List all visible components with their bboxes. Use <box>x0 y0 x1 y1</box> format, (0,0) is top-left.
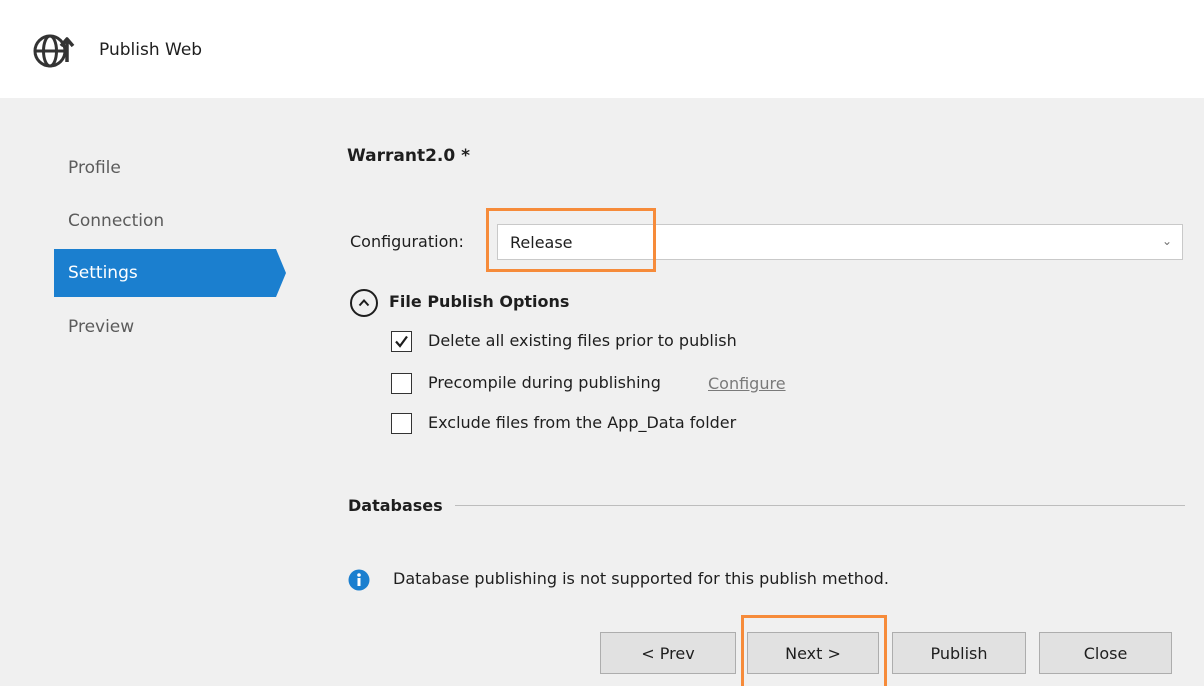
publish-web-window: Publish Web Profile Connection Settings … <box>0 0 1204 686</box>
collapse-section-button[interactable] <box>350 289 378 317</box>
configure-link[interactable]: Configure <box>708 374 786 393</box>
precompile-checkbox[interactable] <box>391 373 412 394</box>
checkmark-icon <box>395 335 408 348</box>
info-icon <box>348 569 370 591</box>
publish-button[interactable]: Publish <box>892 632 1026 674</box>
chevron-up-icon <box>358 299 370 307</box>
globe-publish-icon <box>31 28 81 72</box>
window-title: Publish Web <box>99 40 203 60</box>
title-bar: Publish Web <box>0 0 1204 98</box>
chevron-down-icon: ⌄ <box>1161 234 1172 248</box>
highlight-box-configuration <box>486 208 656 272</box>
sidebar-item-profile[interactable]: Profile <box>54 144 276 192</box>
file-publish-options-title: File Publish Options <box>389 292 570 311</box>
exclude-app-data-label: Exclude files from the App_Data folder <box>428 413 737 432</box>
sidebar-item-settings[interactable]: Settings <box>54 249 276 297</box>
delete-existing-files-label: Delete all existing files prior to publi… <box>428 331 737 350</box>
databases-divider <box>455 505 1185 506</box>
sidebar-item-preview[interactable]: Preview <box>54 303 276 351</box>
database-publishing-message: Database publishing is not supported for… <box>393 569 889 588</box>
delete-existing-files-checkbox[interactable] <box>391 331 412 352</box>
precompile-label: Precompile during publishing <box>428 373 661 392</box>
sidebar-item-connection[interactable]: Connection <box>54 197 276 245</box>
configuration-label: Configuration: <box>350 232 464 251</box>
active-indicator-arrow <box>276 249 286 297</box>
exclude-app-data-checkbox[interactable] <box>391 413 412 434</box>
prev-button[interactable]: < Prev <box>600 632 736 674</box>
profile-title: Warrant2.0 * <box>347 146 471 166</box>
highlight-box-next-button <box>741 615 887 686</box>
databases-title: Databases <box>348 496 443 515</box>
close-button[interactable]: Close <box>1039 632 1172 674</box>
